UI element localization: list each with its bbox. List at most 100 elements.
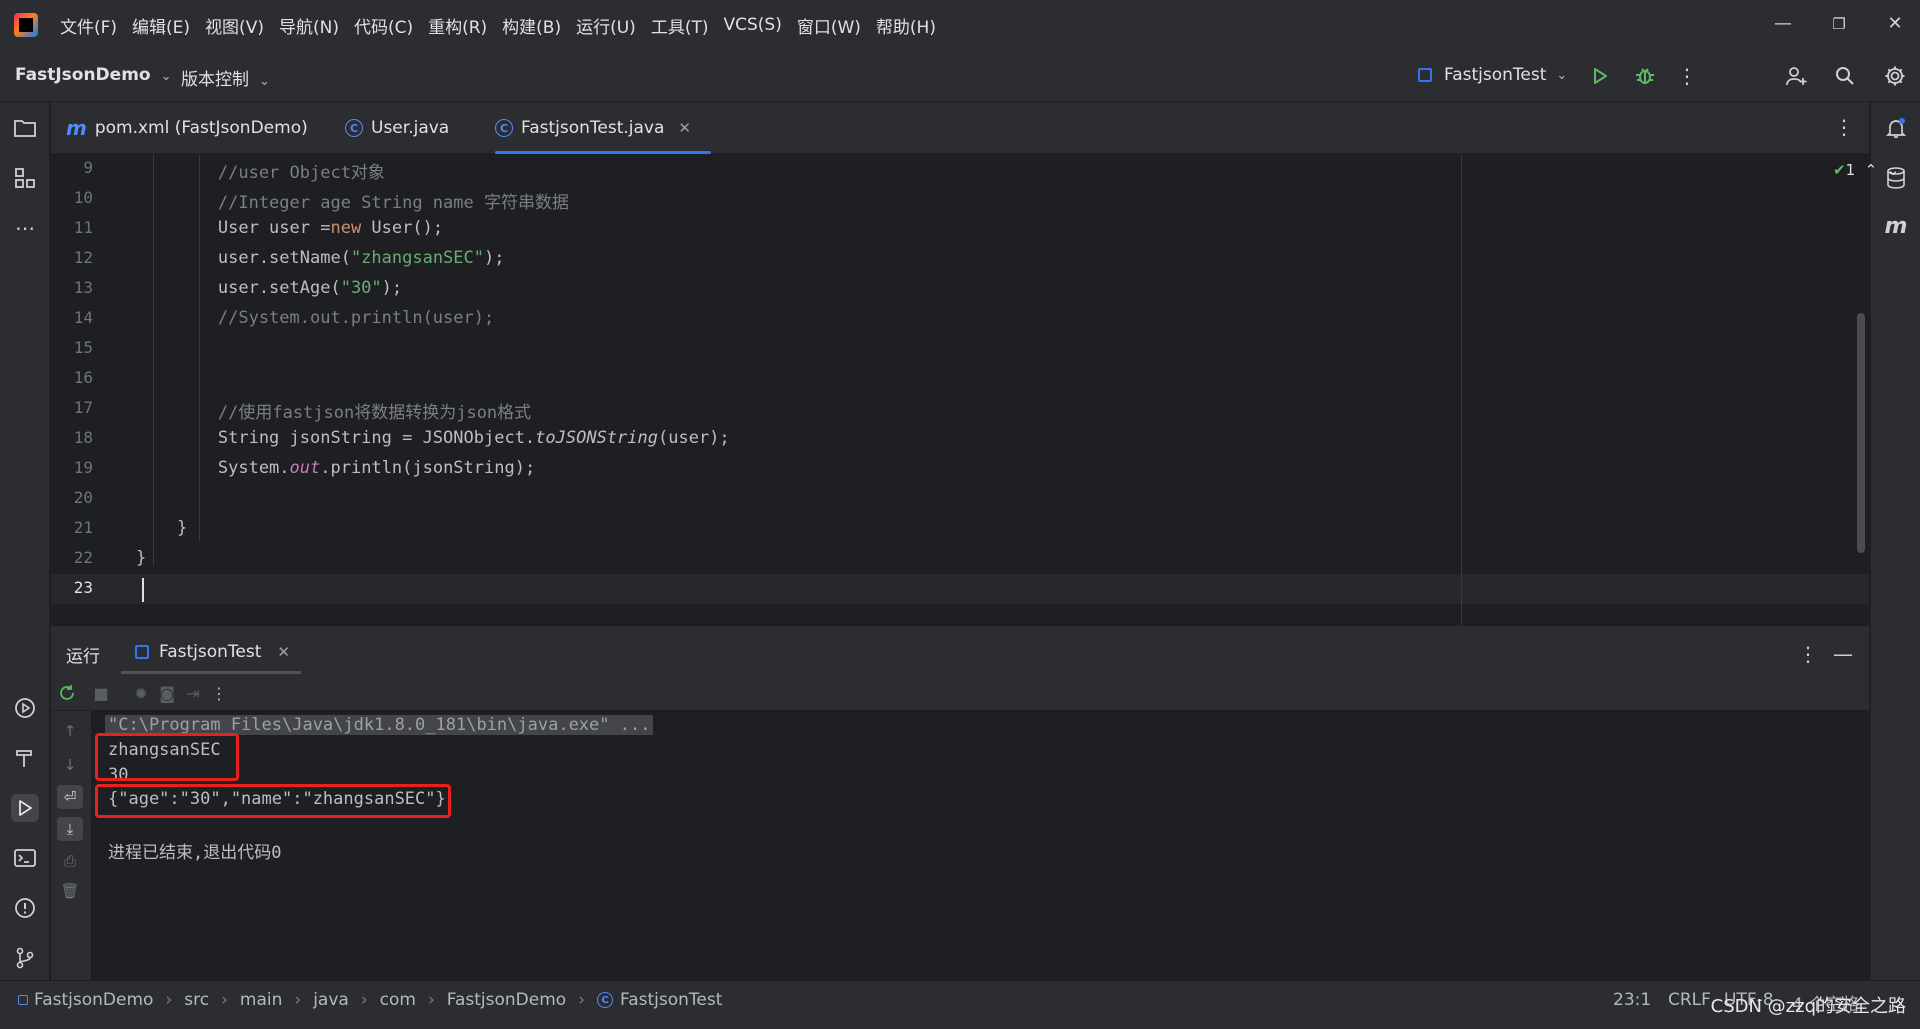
run-tab-fastjsontest[interactable]: FastjsonTest ✕ bbox=[135, 642, 290, 662]
panel-splitter[interactable] bbox=[51, 625, 1869, 633]
menu-tools[interactable]: 工具(T) bbox=[651, 13, 709, 38]
restore-icon[interactable]: ❐ bbox=[1827, 12, 1851, 36]
run-toolbar: ■ ✹ ◙ ⇥ ⋮ bbox=[51, 675, 1869, 711]
close-tab-icon[interactable]: ✕ bbox=[277, 643, 290, 661]
cursor-position[interactable]: 23:1 bbox=[1613, 990, 1651, 1010]
print-icon[interactable]: ⎙ bbox=[57, 849, 83, 873]
scroll-to-end-icon[interactable]: ⤓ bbox=[57, 817, 83, 841]
search-button[interactable] bbox=[1832, 63, 1858, 89]
notifications-bell-icon[interactable] bbox=[1882, 114, 1910, 142]
text-caret bbox=[142, 578, 144, 602]
structure-icon[interactable] bbox=[11, 164, 39, 192]
vcs-selector[interactable]: 版本控制 ⌄ bbox=[181, 65, 270, 90]
code-line: String jsonString = JSONObject.toJSONStr… bbox=[136, 428, 730, 448]
breadcrumb-item[interactable]: com bbox=[380, 990, 416, 1010]
panel-options-icon[interactable]: ⋮ bbox=[1795, 641, 1821, 667]
menu-window[interactable]: 窗口(W) bbox=[797, 13, 861, 38]
chevron-down-icon[interactable]: ⌄ bbox=[1887, 161, 1900, 179]
menu-build[interactable]: 构建(B) bbox=[502, 13, 561, 38]
breadcrumb-item[interactable]: src bbox=[184, 990, 209, 1010]
add-user-button[interactable] bbox=[1783, 63, 1809, 89]
camera-icon[interactable]: ◙ bbox=[155, 681, 179, 705]
project-name: FastJsonDemo bbox=[15, 65, 151, 85]
status-bar: FastjsonDemo › src › main › java › com ›… bbox=[0, 980, 1920, 1029]
run-tool-icon[interactable] bbox=[11, 794, 39, 822]
more-icon[interactable]: ⋮ bbox=[207, 681, 231, 705]
minimize-icon[interactable]: — bbox=[1771, 12, 1795, 36]
soft-wrap-icon[interactable]: ⏎ bbox=[57, 785, 83, 809]
close-tab-icon[interactable]: ✕ bbox=[678, 119, 691, 137]
line-number: 14 bbox=[73, 308, 93, 327]
line-separator[interactable]: CRLF bbox=[1668, 990, 1711, 1010]
editor-tabs: m pom.xml (FastJsonDemo) C User.java C F… bbox=[51, 102, 1869, 154]
code-editor[interactable]: 9 //user Object对象 10 //Integer age Strin… bbox=[51, 155, 1899, 625]
breadcrumb-item[interactable]: java bbox=[313, 990, 349, 1010]
debug-icon[interactable]: ✹ bbox=[129, 681, 153, 705]
chevron-up-icon[interactable]: ⌃ bbox=[1865, 161, 1878, 179]
chevron-down-icon: ⌄ bbox=[1556, 67, 1568, 83]
tab-options-icon[interactable]: ⋮ bbox=[1831, 114, 1857, 140]
chevron-right-icon: › bbox=[221, 990, 228, 1010]
line-number: 10 bbox=[73, 188, 93, 207]
breadcrumb-item[interactable]: FastjsonTest bbox=[620, 990, 722, 1010]
console-output[interactable]: "C:\Program Files\Java\jdk1.8.0_181\bin\… bbox=[91, 711, 1869, 980]
maven-icon[interactable]: m bbox=[1882, 212, 1910, 240]
stop-icon[interactable]: ■ bbox=[89, 681, 113, 705]
java-class-icon: C bbox=[345, 119, 363, 137]
project-folder-icon[interactable] bbox=[11, 114, 39, 142]
menu-navigate[interactable]: 导航(N) bbox=[279, 13, 339, 38]
exit-icon[interactable]: ⇥ bbox=[181, 681, 205, 705]
menu-vcs[interactable]: VCS(S) bbox=[723, 15, 781, 35]
rerun-icon[interactable] bbox=[55, 681, 79, 705]
line-number: 19 bbox=[73, 458, 93, 477]
menu-file[interactable]: 文件(F) bbox=[60, 13, 117, 38]
menu-edit[interactable]: 编辑(E) bbox=[132, 13, 190, 38]
debug-button[interactable] bbox=[1632, 63, 1658, 89]
run-config-name: FastjsonTest bbox=[1444, 65, 1547, 85]
menu-code[interactable]: 代码(C) bbox=[354, 13, 413, 38]
project-selector[interactable]: FastJsonDemo ⌄ bbox=[15, 65, 172, 85]
run-tab-label: FastjsonTest bbox=[159, 642, 262, 662]
tab-user-java[interactable]: C User.java bbox=[345, 102, 449, 154]
breadcrumb-item[interactable]: FastjsonDemo bbox=[34, 990, 153, 1010]
hide-panel-icon[interactable]: — bbox=[1830, 641, 1856, 667]
active-tab-indicator bbox=[121, 671, 301, 674]
close-window-icon[interactable]: ✕ bbox=[1883, 12, 1907, 36]
run-config-icon bbox=[135, 645, 149, 659]
line-number: 17 bbox=[73, 398, 93, 417]
console-line: 进程已结束,退出代码0 bbox=[108, 843, 282, 863]
problems-icon[interactable] bbox=[11, 894, 39, 922]
line-number: 21 bbox=[73, 518, 93, 537]
chevron-right-icon: › bbox=[578, 990, 585, 1010]
code-line: } bbox=[136, 518, 188, 538]
editor-scrollbar[interactable] bbox=[1857, 313, 1865, 553]
more-actions-icon[interactable]: ⋮ bbox=[1674, 63, 1700, 89]
chevron-right-icon: › bbox=[427, 990, 435, 1010]
git-branch-icon[interactable] bbox=[11, 944, 39, 972]
build-hammer-icon[interactable] bbox=[11, 744, 39, 772]
arrow-down-icon[interactable]: ↓ bbox=[57, 753, 83, 777]
terminal-icon[interactable] bbox=[11, 844, 39, 872]
trash-icon[interactable]: 🗑 bbox=[57, 879, 83, 903]
arrow-up-icon[interactable]: ↑ bbox=[57, 719, 83, 743]
menu-run[interactable]: 运行(U) bbox=[576, 13, 636, 38]
more-tools-icon[interactable]: ⋯ bbox=[11, 214, 39, 242]
settings-button[interactable] bbox=[1882, 63, 1908, 89]
menu-refactor[interactable]: 重构(R) bbox=[428, 13, 487, 38]
module-icon bbox=[18, 995, 28, 1005]
run-button[interactable] bbox=[1587, 63, 1613, 89]
intellij-logo-icon[interactable] bbox=[14, 13, 38, 37]
run-config-selector[interactable]: FastjsonTest ⌄ bbox=[1418, 65, 1567, 85]
services-icon[interactable] bbox=[11, 694, 39, 722]
tab-fastjsontest-java[interactable]: C FastjsonTest.java ✕ bbox=[495, 102, 711, 154]
breadcrumb-item[interactable]: FastjsonDemo bbox=[447, 990, 566, 1010]
tab-pom-xml[interactable]: m pom.xml (FastJsonDemo) bbox=[66, 102, 308, 154]
menu-help[interactable]: 帮助(H) bbox=[876, 13, 936, 38]
breadcrumb-item[interactable]: main bbox=[240, 990, 282, 1010]
run-panel-title: 运行 bbox=[66, 647, 100, 667]
left-tool-bar: ⋯ bbox=[0, 102, 50, 980]
menu-view[interactable]: 视图(V) bbox=[205, 13, 264, 38]
indent-guide bbox=[153, 155, 154, 565]
inspection-widget[interactable]: ✔1 ⌃ ⌄ bbox=[1833, 161, 1899, 179]
chevron-right-icon: › bbox=[165, 990, 173, 1010]
